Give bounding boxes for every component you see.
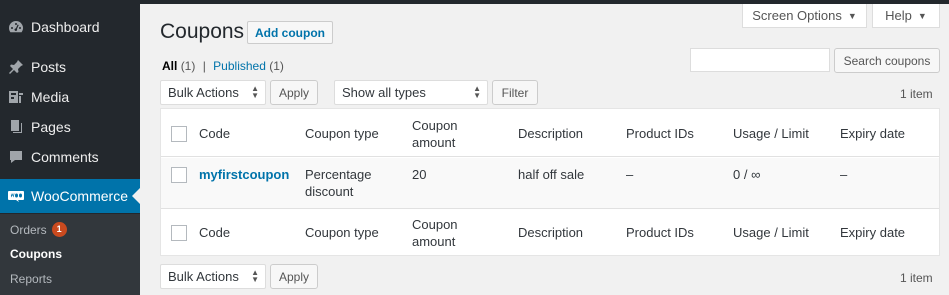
submenu-item-label: Orders bbox=[10, 222, 47, 237]
coupon-type-filter-select[interactable]: Show all types ▲ ▼ bbox=[334, 80, 488, 105]
table-header-row: Code Coupon type Coupon amount Descripti… bbox=[161, 109, 939, 157]
coupon-type-line1: Percentage bbox=[305, 167, 372, 182]
sidebar-item-label: Dashboard bbox=[31, 19, 100, 35]
row-checkbox[interactable] bbox=[171, 167, 187, 183]
page-title: Coupons bbox=[160, 20, 245, 43]
submenu-item-reports[interactable]: Reports bbox=[10, 272, 52, 286]
media-icon bbox=[8, 89, 24, 105]
bulk-actions-value: Bulk Actions bbox=[168, 269, 239, 284]
filter-all-count: (1) bbox=[180, 59, 196, 73]
pin-icon bbox=[8, 59, 24, 75]
select-all-checkbox[interactable] bbox=[171, 126, 187, 142]
sidebar-item-label: Media bbox=[31, 89, 70, 105]
sidebar-item-comments[interactable]: Comments bbox=[0, 142, 140, 172]
description-cell: half off sale bbox=[518, 167, 585, 182]
dashboard-icon bbox=[8, 19, 24, 35]
submenu-item-coupons[interactable]: Coupons bbox=[10, 247, 62, 261]
comment-icon bbox=[8, 149, 24, 165]
coupons-table: Code Coupon type Coupon amount Descripti… bbox=[160, 108, 940, 256]
sidebar-item-media[interactable]: Media bbox=[0, 82, 140, 112]
current-menu-arrow bbox=[132, 188, 140, 204]
coupon-amount-cell: 20 bbox=[412, 167, 427, 182]
column-footer-type[interactable]: Coupon type bbox=[305, 224, 379, 241]
coupon-code-link[interactable]: myfirstcoupon bbox=[199, 166, 289, 183]
submenu-item-label: Coupons bbox=[10, 247, 62, 261]
help-label: Help bbox=[885, 8, 912, 23]
column-header-code[interactable]: Code bbox=[199, 125, 230, 142]
sidebar-item-dashboard[interactable]: Dashboard bbox=[0, 12, 140, 42]
filter-published-count: (1) bbox=[269, 59, 284, 73]
select-arrows-icon: ▲ ▼ bbox=[251, 84, 259, 100]
column-footer-code[interactable]: Code bbox=[199, 224, 230, 241]
usage-limit-cell: 0 / ∞ bbox=[733, 167, 761, 182]
pages-icon bbox=[8, 119, 24, 135]
items-count-top: 1 item bbox=[900, 87, 933, 101]
submenu-item-label: Reports bbox=[10, 272, 53, 286]
apply-button-top[interactable]: Apply bbox=[270, 80, 318, 105]
screen-options-label: Screen Options bbox=[752, 8, 842, 23]
filter-published-link[interactable]: Published bbox=[213, 59, 266, 73]
sidebar-item-posts[interactable]: Posts bbox=[0, 52, 140, 82]
column-header-product-ids[interactable]: Product IDs bbox=[626, 125, 694, 142]
select-all-checkbox-footer[interactable] bbox=[171, 225, 187, 241]
submenu-item-orders[interactable]: Orders 1 bbox=[10, 222, 67, 237]
column-footer-description[interactable]: Description bbox=[518, 224, 583, 241]
filter-all-link[interactable]: All bbox=[162, 59, 177, 73]
items-count-bottom: 1 item bbox=[900, 271, 933, 285]
help-button[interactable]: Help ▼ bbox=[872, 4, 940, 28]
table-footer-row: Code Coupon type Coupon amount Descripti… bbox=[161, 208, 939, 255]
sidebar-item-woocommerce[interactable]: WooCommerce bbox=[0, 179, 140, 213]
column-header-description[interactable]: Description bbox=[518, 125, 583, 142]
sidebar-item-pages[interactable]: Pages bbox=[0, 112, 140, 142]
screen-options-button[interactable]: Screen Options ▼ bbox=[742, 4, 867, 28]
woocommerce-submenu: Orders 1 Coupons Reports bbox=[0, 214, 140, 295]
type-filter-value: Show all types bbox=[342, 85, 426, 100]
add-coupon-button[interactable]: Add coupon bbox=[247, 21, 333, 44]
apply-button-bottom[interactable]: Apply bbox=[270, 264, 318, 289]
column-header-type[interactable]: Coupon type bbox=[305, 125, 379, 142]
table-row: myfirstcoupon Percentage discount 20 hal… bbox=[161, 158, 939, 208]
bulk-actions-select-top[interactable]: Bulk Actions ▲ ▼ bbox=[160, 80, 266, 105]
column-footer-amount[interactable]: Coupon amount bbox=[412, 216, 492, 250]
caret-down-icon: ▼ bbox=[917, 10, 927, 21]
select-arrows-icon: ▲ ▼ bbox=[251, 268, 259, 284]
orders-count-badge: 1 bbox=[51, 222, 67, 237]
bulk-actions-select-bottom[interactable]: Bulk Actions ▲ ▼ bbox=[160, 264, 266, 289]
column-footer-product-ids[interactable]: Product IDs bbox=[626, 224, 694, 241]
column-footer-expiry[interactable]: Expiry date bbox=[840, 224, 905, 241]
select-arrows-icon: ▲ ▼ bbox=[473, 84, 481, 100]
search-input[interactable] bbox=[690, 48, 830, 72]
sidebar-item-label: Comments bbox=[31, 149, 99, 165]
search-coupons-button[interactable]: Search coupons bbox=[834, 48, 940, 73]
woocommerce-icon bbox=[8, 188, 24, 204]
column-header-usage-limit[interactable]: Usage / Limit bbox=[733, 125, 809, 142]
product-ids-cell: – bbox=[626, 167, 634, 182]
sidebar-item-label: Pages bbox=[31, 119, 71, 135]
coupon-type-line2: discount bbox=[305, 184, 354, 199]
coupon-type-cell: Percentage discount bbox=[305, 166, 372, 200]
bulk-actions-value: Bulk Actions bbox=[168, 85, 239, 100]
sidebar-item-label: Posts bbox=[31, 59, 67, 75]
caret-down-icon: ▼ bbox=[847, 10, 857, 21]
sidebar-item-label: WooCommerce bbox=[31, 188, 128, 204]
filter-button[interactable]: Filter bbox=[492, 80, 538, 105]
status-filter-links: All (1) | Published (1) bbox=[162, 59, 284, 73]
column-header-expiry[interactable]: Expiry date bbox=[840, 125, 905, 142]
column-header-amount[interactable]: Coupon amount bbox=[412, 117, 492, 151]
filter-separator: | bbox=[202, 59, 206, 73]
expiry-date-cell: – bbox=[840, 167, 848, 182]
column-footer-usage-limit[interactable]: Usage / Limit bbox=[733, 224, 809, 241]
